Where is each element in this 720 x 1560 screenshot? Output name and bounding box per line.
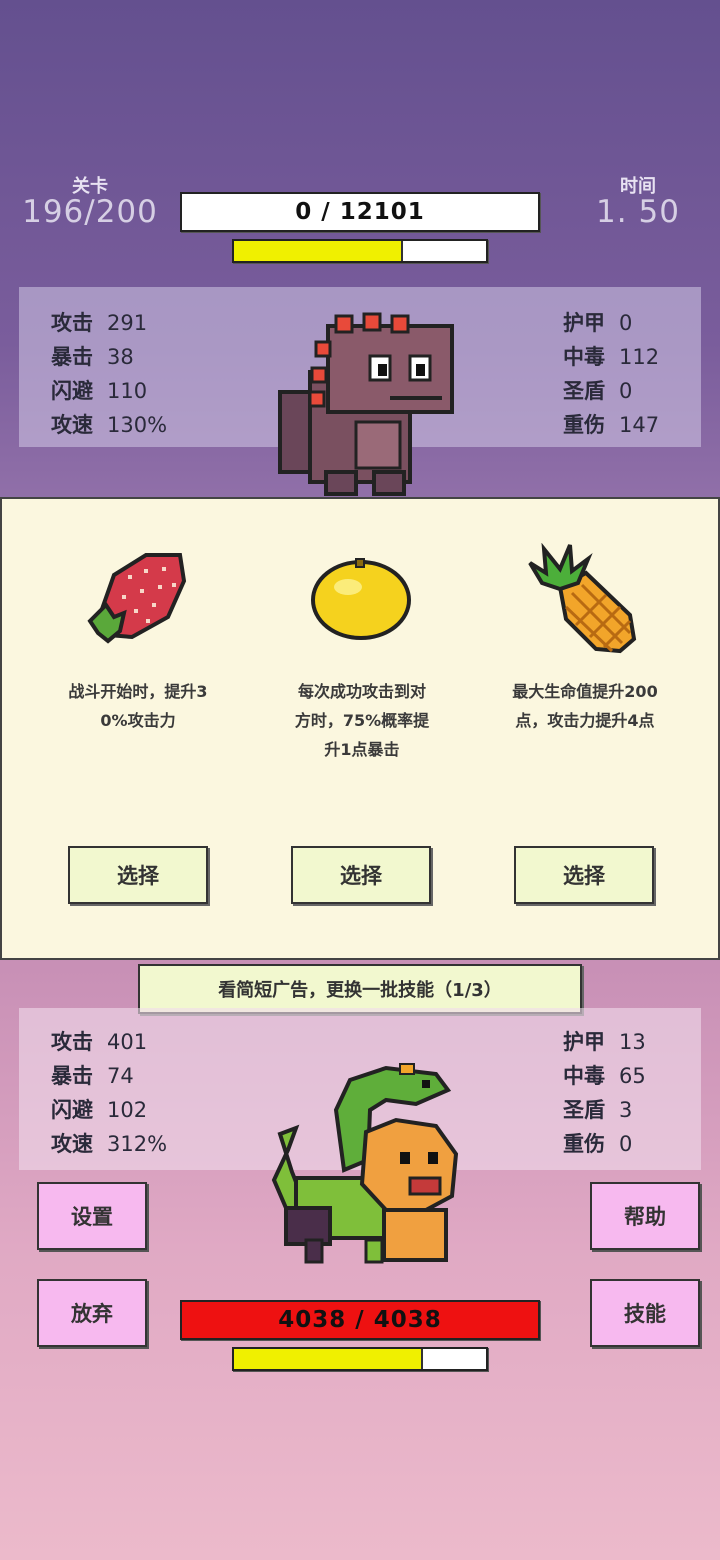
enemy-monster-sprite [278,312,454,496]
skills-button[interactable]: 技能 [590,1279,700,1347]
lemon-icon [311,558,411,640]
skill-desc-2: 每次成功攻击到对 方时，75%概率提 升1点暴击 [294,682,430,759]
enemy-hp-bar: 0 / 12101 [180,192,540,232]
strawberry-icon [87,553,187,644]
player-energy-bar [232,1347,488,1371]
enemy-stat-crit: 暴击 38 [51,345,134,369]
player-stat-grievous: 重伤 0 [563,1132,633,1156]
player-energy-fill [234,1349,423,1369]
player-stat-poison: 中毒 65 [563,1064,646,1088]
reroll-skills-ad-button[interactable]: 看简短广告，更换一批技能（1/3） [138,964,582,1014]
player-stat-attack-speed: 攻速 312% [51,1132,168,1156]
level-value: 196/200 [22,194,158,230]
time-value: 1. 50 [596,194,680,230]
help-button[interactable]: 帮助 [590,1182,700,1250]
player-hp-text: 4038 / 4038 [278,1307,442,1333]
skill-desc-1: 战斗开始时，提升3 0%攻击力 [68,682,208,730]
enemy-stat-holy-shield: 圣盾 0 [563,379,633,403]
enemy-stat-grievous: 重伤 147 [563,413,660,437]
player-stat-crit: 暴击 74 [51,1064,134,1088]
enemy-stat-poison: 中毒 112 [563,345,660,369]
settings-button[interactable]: 设置 [37,1182,147,1250]
player-stat-attack: 攻击 401 [51,1030,148,1054]
skill-selection-panel: 战斗开始时，提升3 0%攻击力 每次成功攻击到对 方时，75%概率提 升1点暴击 最大… [0,497,720,960]
player-stat-armor: 护甲 13 [563,1030,646,1054]
give-up-button[interactable]: 放弃 [37,1279,147,1347]
enemy-hp-text: 0 / 12101 [295,199,425,225]
select-skill-2-button[interactable]: 选择 [291,846,431,904]
enemy-stat-armor: 护甲 0 [563,311,633,335]
player-hp-bar: 4038 / 4038 [180,1300,540,1340]
player-stat-holy-shield: 圣盾 3 [563,1098,633,1122]
enemy-energy-bar [232,239,488,263]
player-stat-dodge: 闪避 102 [51,1098,148,1122]
pineapple-icon [528,543,637,654]
select-skill-3-button[interactable]: 选择 [514,846,654,904]
player-chimera-sprite [271,1063,459,1264]
enemy-stat-attack-speed: 攻速 130% [51,413,168,437]
skill-desc-3: 最大生命值提升200 点，攻击力提升4点 [512,682,658,730]
enemy-energy-fill [234,241,403,261]
select-skill-1-button[interactable]: 选择 [68,846,208,904]
enemy-stat-dodge: 闪避 110 [51,379,148,403]
enemy-stat-attack: 攻击 291 [51,311,148,335]
